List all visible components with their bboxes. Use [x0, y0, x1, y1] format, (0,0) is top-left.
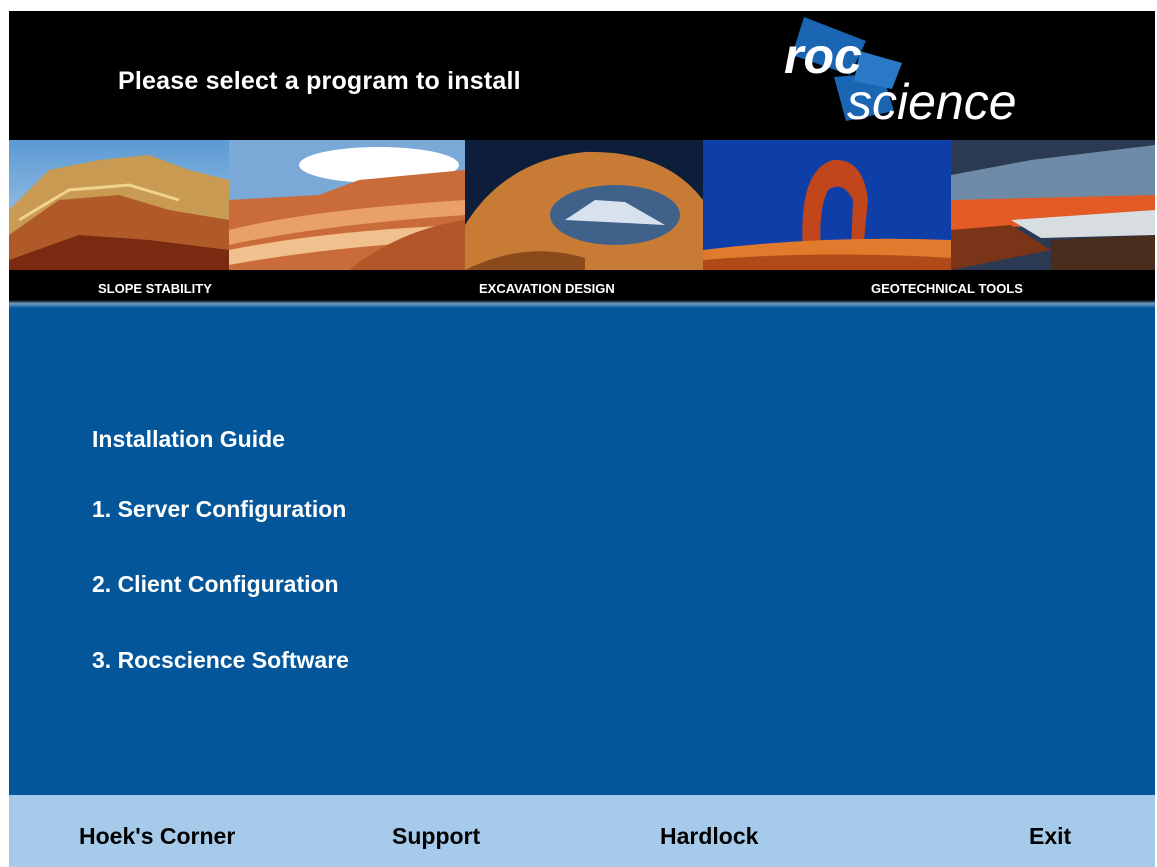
photo-arch	[465, 140, 703, 270]
photo-mesa-arch	[951, 140, 1155, 270]
header-title: Please select a program to install	[118, 67, 521, 95]
photo-delicate-arch	[703, 140, 951, 270]
menu-server-configuration[interactable]: 1. Server Configuration	[92, 496, 346, 523]
category-geotechnical-tools: GEOTECHNICAL TOOLS	[871, 281, 1023, 296]
support-button[interactable]: Support	[392, 823, 480, 850]
photo-zion-cliffs	[9, 140, 229, 270]
menu-rocscience-software[interactable]: 3. Rocscience Software	[92, 647, 349, 674]
menu-client-configuration[interactable]: 2. Client Configuration	[92, 571, 339, 598]
hardlock-button[interactable]: Hardlock	[660, 823, 758, 850]
installer-window: Please select a program to install roc s…	[9, 11, 1155, 867]
hoeks-corner-button[interactable]: Hoek's Corner	[79, 823, 235, 850]
photo-banner	[9, 140, 1155, 270]
photo-wave-sandstone	[229, 140, 465, 270]
header: Please select a program to install roc s…	[9, 11, 1155, 140]
footer-bar: Hoek's Corner Support Hardlock Exit	[9, 795, 1155, 867]
logo-graphic: roc science	[784, 17, 1017, 130]
rocscience-logo: roc science	[774, 11, 1155, 140]
category-excavation-design: EXCAVATION DESIGN	[479, 281, 615, 296]
category-bar-divider	[9, 300, 1155, 308]
category-slope-stability: SLOPE STABILITY	[98, 281, 212, 296]
menu-installation-guide[interactable]: Installation Guide	[92, 426, 285, 453]
exit-button[interactable]: Exit	[1029, 823, 1071, 850]
logo-text-bottom: science	[847, 74, 1017, 130]
